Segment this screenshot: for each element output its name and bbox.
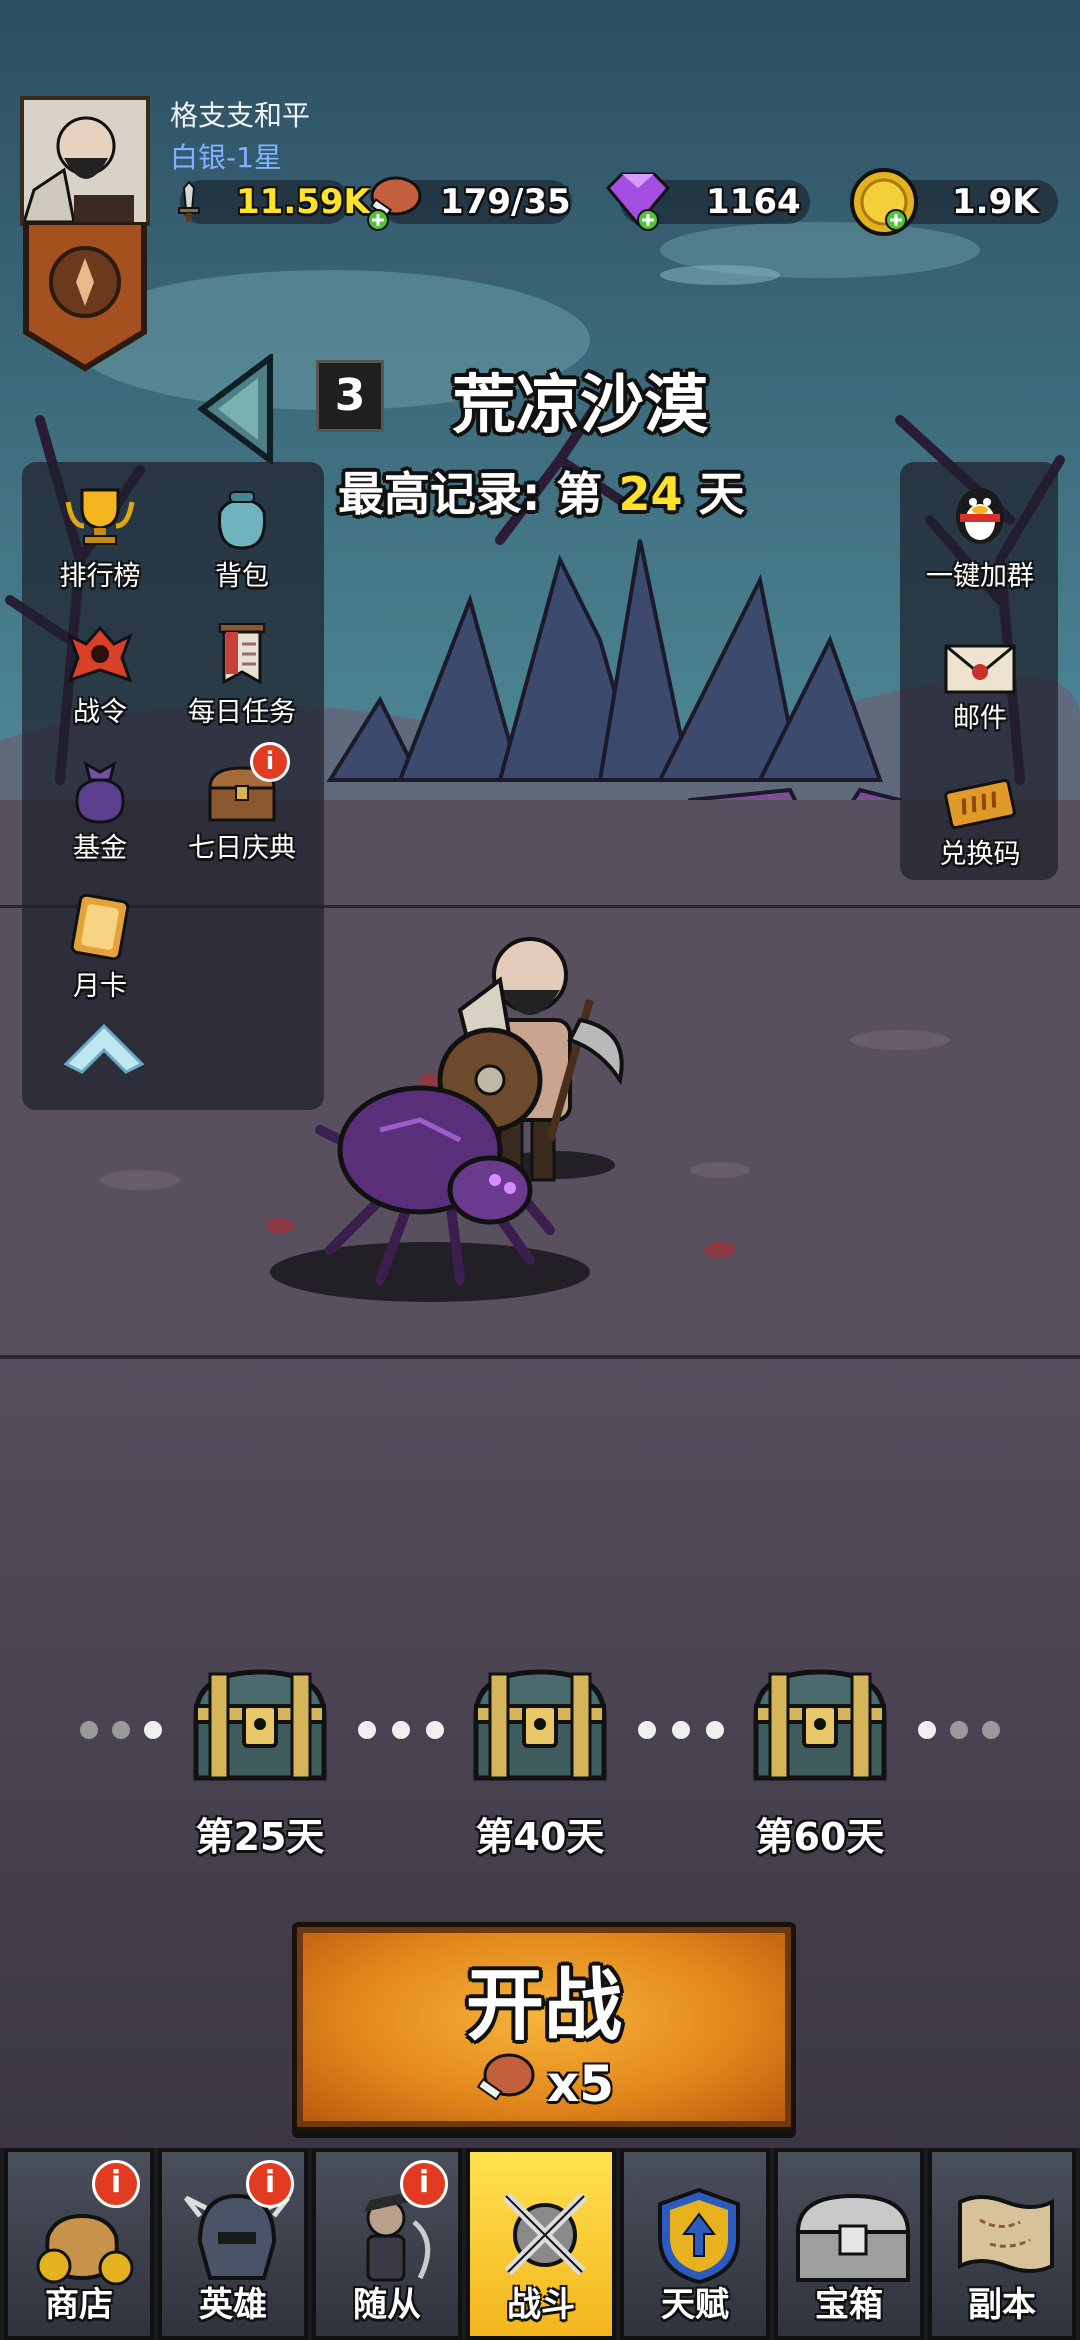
mail-icon: [944, 644, 1016, 694]
level-name: 荒凉沙漠: [452, 369, 708, 443]
crossed-swords-icon: [502, 2192, 588, 2276]
start-battle-button[interactable]: 开战 x5: [292, 1922, 796, 2132]
progress-dot: [982, 1721, 1000, 1739]
menu-item-month-card[interactable]: 月卡: [30, 894, 170, 1004]
progress-dot: [918, 1721, 936, 1739]
record-day: 24: [618, 467, 683, 521]
menu-label-battle-pass: 战令: [73, 697, 127, 728]
milestone-label-day40: 第40天: [475, 1815, 605, 1859]
map-scroll-icon: [958, 2195, 1054, 2273]
nav-label-followers: 随从: [353, 2285, 421, 2325]
nav-badge-shop: i: [92, 2160, 140, 2208]
progress-dot: [392, 1721, 410, 1739]
milestone-chest-icon: [753, 1669, 887, 1781]
progress-dot: [638, 1721, 656, 1739]
nav-label-hero: 英雄: [199, 2285, 267, 2325]
menu-label-leaderboard: 排行榜: [59, 561, 141, 592]
bag-icon: [217, 491, 267, 550]
ticket-icon: [944, 778, 1016, 830]
purple-gem-icon[interactable]: [598, 168, 678, 236]
milestone-chest-day40[interactable]: 第40天: [440, 1666, 640, 1866]
gold-value: 1.9K: [952, 182, 1039, 222]
prev-level-arrow-icon[interactable]: [196, 354, 276, 464]
meat-cost-icon: [476, 2053, 535, 2101]
nav-label-shop: 商店: [45, 2285, 113, 2325]
rank-banner-icon[interactable]: [20, 222, 150, 372]
milestone-chest-day60[interactable]: 第60天: [720, 1666, 920, 1866]
progress-dot: [950, 1721, 968, 1739]
menu-item-join-group[interactable]: 一键加群: [910, 480, 1050, 592]
nav-tab-hero[interactable]: i 英雄: [158, 2148, 308, 2340]
menu-label-mail: 邮件: [953, 703, 1007, 734]
milestone-chest-icon: [473, 1669, 607, 1781]
menu-label-month-card: 月卡: [73, 971, 127, 1002]
nav-tab-battle[interactable]: 战斗: [466, 2148, 616, 2340]
nav-badge-hero: i: [246, 2160, 294, 2208]
nav-label-battle: 战斗: [507, 2285, 575, 2325]
best-record: 最高记录: 第 24 天: [338, 458, 744, 524]
player-rank: 白银-1星: [170, 141, 282, 174]
gold-coin-icon[interactable]: [844, 164, 924, 244]
power-value: 11.59K: [236, 182, 370, 222]
talent-shield-icon: [658, 2187, 740, 2285]
nav-tab-followers[interactable]: i 随从: [312, 2148, 462, 2340]
hero-portrait-icon: [21, 100, 146, 224]
player-name: 格支支和平: [170, 99, 311, 132]
player-avatar[interactable]: [20, 96, 150, 226]
meat-stamina-icon[interactable]: [362, 170, 426, 234]
menu-item-battle-pass[interactable]: 战令: [30, 622, 170, 732]
menu-item-bag[interactable]: 背包: [172, 486, 312, 596]
money-bag-icon: [75, 760, 125, 824]
nav-tab-dungeon[interactable]: 副本: [928, 2148, 1076, 2340]
bottom-nav: i 商店 i 英雄 i 随从 战斗 天赋 宝箱 副本: [0, 2148, 1080, 2340]
trophy-icon: [65, 488, 135, 545]
nav-label-talent: 天赋: [661, 2285, 729, 2325]
menu-item-fund[interactable]: 基金: [30, 758, 170, 868]
sword-power-icon: [178, 180, 200, 222]
progress-dot: [80, 1721, 98, 1739]
milestone-label-day25: 第25天: [195, 1815, 325, 1859]
menu-item-redeem-code[interactable]: 兑换码: [910, 772, 1050, 882]
menu-label-join-group: 一键加群: [926, 561, 1034, 592]
gem-value: 1164: [706, 182, 801, 222]
nav-tab-chest[interactable]: 宝箱: [774, 2148, 924, 2340]
collapse-menu-chevron-icon[interactable]: [62, 1022, 146, 1076]
menu-label-bag: 背包: [215, 561, 269, 592]
start-battle-cost: x5: [547, 2055, 615, 2113]
nav-tab-shop[interactable]: i 商店: [4, 2148, 154, 2340]
nav-badge-followers: i: [400, 2160, 448, 2208]
nav-tab-talent[interactable]: 天赋: [620, 2148, 770, 2340]
milestone-label-day60: 第60天: [755, 1815, 885, 1859]
nav-label-chest: 宝箱: [815, 2285, 883, 2325]
progress-dot: [358, 1721, 376, 1739]
milestone-chest-icon: [193, 1669, 327, 1781]
level-number: 3: [316, 360, 384, 432]
scroll-flag-icon: [219, 623, 265, 685]
milestone-chest-day25[interactable]: 第25天: [160, 1666, 360, 1866]
battle-pass-icon: [67, 625, 133, 683]
seven-day-badge: i: [250, 742, 290, 782]
penguin-icon: [956, 488, 1004, 544]
start-battle-label: 开战: [465, 1961, 622, 2051]
stamina-value: 179/35: [440, 182, 571, 222]
viking-hero-sprite: [315, 937, 624, 1285]
progress-dot: [112, 1721, 130, 1739]
progress-dot: [672, 1721, 690, 1739]
menu-label-redeem-code: 兑换码: [939, 839, 1021, 870]
silver-chest-icon: [795, 2193, 911, 2282]
menu-item-mail[interactable]: 邮件: [910, 634, 1050, 744]
menu-label-seven-day: 七日庆典: [188, 833, 296, 864]
menu-item-leaderboard[interactable]: 排行榜: [30, 486, 170, 596]
menu-item-daily-tasks[interactable]: 每日任务: [172, 622, 312, 732]
month-card-icon: [70, 894, 130, 960]
record-prefix: 最高记录: 第: [338, 467, 619, 521]
menu-label-fund: 基金: [73, 833, 127, 864]
menu-label-daily-tasks: 每日任务: [188, 697, 296, 728]
menu-item-seven-day[interactable]: i 七日庆典: [172, 742, 312, 868]
nav-label-dungeon: 副本: [968, 2285, 1036, 2325]
record-suffix: 天: [682, 467, 745, 521]
